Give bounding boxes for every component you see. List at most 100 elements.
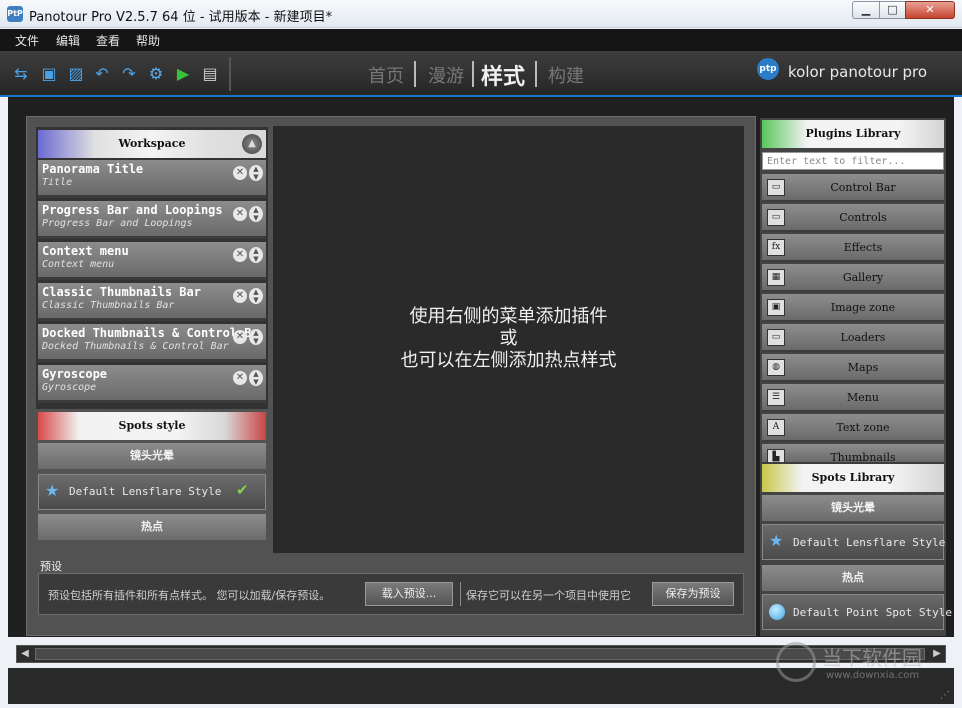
library-item-label: Control Bar xyxy=(830,181,896,194)
library-item-label: Maps xyxy=(847,361,879,374)
tab-style[interactable]: 样式 xyxy=(481,59,525,91)
plugin-item-docked-thumbnails[interactable]: Docked Thumbnails & Control B Docked Thu… xyxy=(38,324,266,362)
scroll-left-icon[interactable]: ◀ xyxy=(17,646,33,662)
library-item-thumbnails[interactable]: ▙ Thumbnails xyxy=(762,444,944,464)
find-replace-icon[interactable]: ⇆ xyxy=(11,63,31,83)
scroll-up-icon[interactable]: ▲ xyxy=(242,134,262,154)
plugin-title: Gyroscope xyxy=(42,367,108,381)
plugin-item-progress-bar[interactable]: Progress Bar and Loopings Progress Bar a… xyxy=(38,201,266,239)
thumbnails-icon: ▙ xyxy=(767,449,785,462)
library-item-gallery[interactable]: ▦ Gallery xyxy=(762,264,944,292)
reorder-icon[interactable]: ▲ ▼ xyxy=(249,329,263,345)
text-zone-icon: A xyxy=(767,419,785,436)
close-button[interactable]: ✕ xyxy=(905,1,955,19)
image-zone-icon: ▣ xyxy=(767,299,785,316)
maps-icon: ◍ xyxy=(767,359,785,376)
plugin-subtitle: Context menu xyxy=(42,259,115,270)
library-item-loaders[interactable]: ▭ Loaders xyxy=(762,324,944,352)
menu-file[interactable]: 文件 xyxy=(15,32,39,49)
library-item-effects[interactable]: fx Effects xyxy=(762,234,944,262)
plugin-subtitle: Docked Thumbnails & Control Bar xyxy=(42,341,229,352)
brand-logo-text: kolor panotour pro xyxy=(788,63,928,81)
play-icon[interactable]: ▶ xyxy=(173,63,193,83)
preset-divider xyxy=(460,582,461,606)
canvas-hint-line: 或 xyxy=(499,328,518,349)
menu-icon: ☰ xyxy=(767,389,785,406)
library-item-maps[interactable]: ◍ Maps xyxy=(762,354,944,382)
loaders-icon: ▭ xyxy=(767,329,785,346)
watermark-logo-icon xyxy=(776,642,816,682)
resize-grip-icon[interactable]: ⋰ xyxy=(940,690,950,701)
reorder-icon[interactable]: ▲ ▼ xyxy=(249,247,263,263)
folder-icon[interactable]: ▤ xyxy=(200,63,220,83)
remove-icon[interactable]: ✕ xyxy=(233,207,247,221)
star-icon: ★ xyxy=(769,531,784,550)
library-item-label: Controls xyxy=(839,211,887,224)
load-preset-button[interactable]: 载入预设... xyxy=(365,582,453,606)
window-title: Panotour Pro V2.5.7 64 位 - 试用版本 - 新建项目* xyxy=(29,10,333,25)
remove-icon[interactable]: ✕ xyxy=(233,166,247,180)
undo-icon[interactable]: ↶ xyxy=(92,63,112,83)
plugin-item-gyroscope[interactable]: Gyroscope Gyroscope ✕ ▲ ▼ xyxy=(38,365,266,403)
tab-home[interactable]: 首页 xyxy=(368,62,404,88)
remove-icon[interactable]: ✕ xyxy=(233,248,247,262)
save-preset-button[interactable]: 保存为预设 xyxy=(652,582,734,606)
plugin-filter-input[interactable] xyxy=(762,152,944,170)
redo-icon[interactable]: ↷ xyxy=(119,63,139,83)
lensflare-section[interactable]: 镜头光晕 xyxy=(762,495,944,521)
remove-icon[interactable]: ✕ xyxy=(233,330,247,344)
effects-icon: fx xyxy=(767,239,785,256)
library-item-image-zone[interactable]: ▣ Image zone xyxy=(762,294,944,322)
workspace-header: Workspace xyxy=(38,130,266,158)
plugin-title: Classic Thumbnails Bar xyxy=(42,285,201,299)
reorder-icon[interactable]: ▲ ▼ xyxy=(249,165,263,181)
plugin-item-classic-thumbnails[interactable]: Classic Thumbnails Bar Classic Thumbnail… xyxy=(38,283,266,321)
toolbar-separator xyxy=(229,57,231,91)
library-item-label: Menu xyxy=(847,391,879,404)
menu-edit[interactable]: 编辑 xyxy=(56,32,80,49)
library-item-label: Image zone xyxy=(830,301,896,314)
tab-tour[interactable]: 漫游 xyxy=(428,62,464,88)
controls-icon: ▭ xyxy=(767,209,785,226)
tab-separator xyxy=(472,61,474,87)
lensflare-style-library-item[interactable]: ★ Default Lensflare Style xyxy=(762,524,945,560)
lensflare-style-item[interactable]: ★ Default Lensflare Style ✔ xyxy=(38,474,266,510)
remove-icon[interactable]: ✕ xyxy=(233,289,247,303)
tab-build[interactable]: 构建 xyxy=(548,62,584,88)
lensflare-section[interactable]: 镜头光晕 xyxy=(38,443,266,469)
menu-view[interactable]: 查看 xyxy=(96,32,120,49)
save-icon[interactable]: ▣ xyxy=(39,63,59,83)
library-item-label: Effects xyxy=(843,241,883,254)
library-item-label: Gallery xyxy=(842,271,884,284)
point-spot-style-item[interactable]: Default Point Spot Style xyxy=(762,594,952,630)
library-item-text-zone[interactable]: A Text zone xyxy=(762,414,944,442)
library-item-controls[interactable]: ▭ Controls xyxy=(762,204,944,232)
point-spot-style-label: Default Point Spot Style xyxy=(793,606,952,619)
plugin-title: Panorama Title xyxy=(42,162,144,176)
reorder-icon[interactable]: ▲ ▼ xyxy=(249,370,263,386)
library-item-menu[interactable]: ☰ Menu xyxy=(762,384,944,412)
lensflare-style-label: Default Lensflare Style xyxy=(69,485,222,498)
hotspot-section[interactable]: 热点 xyxy=(762,565,944,591)
plugin-item-context-menu[interactable]: Context menu Context menu ✕ ▲ ▼ xyxy=(38,242,266,280)
preset-description: 预设包括所有插件和所有点样式。 您可以加载/保存预设。 xyxy=(48,589,331,602)
add-image-icon[interactable]: ▨ xyxy=(66,63,86,83)
hotspot-section[interactable]: 热点 xyxy=(38,514,266,540)
remove-icon[interactable]: ✕ xyxy=(233,371,247,385)
reorder-icon[interactable]: ▲ ▼ xyxy=(249,206,263,222)
plugin-item-panorama-title[interactable]: Panorama Title Title ✕ ▲ ▼ xyxy=(38,160,266,198)
checkmark-icon: ✔ xyxy=(236,481,249,499)
menu-help[interactable]: 帮助 xyxy=(136,32,160,49)
canvas-hint: 使用右侧的菜单添加插件 或 也可以在左侧添加热点样式 xyxy=(273,306,744,372)
minimize-button[interactable]: ▁ xyxy=(852,1,880,19)
menu-bar: 文件 编辑 查看 帮助 xyxy=(0,29,962,51)
reorder-icon[interactable]: ▲ ▼ xyxy=(249,288,263,304)
library-item-control-bar[interactable]: ▭ Control Bar xyxy=(762,174,944,202)
settings-icon[interactable]: ⚙ xyxy=(146,63,166,83)
preset-save-description: 保存它可以在另一个项目中使用它 xyxy=(466,589,631,602)
canvas-hint-line: 使用右侧的菜单添加插件 xyxy=(409,306,608,327)
plugin-title: Context menu xyxy=(42,244,129,258)
kolor-logo-icon: ptp xyxy=(757,58,779,80)
maximize-button[interactable]: □ xyxy=(879,1,906,19)
plugin-subtitle: Title xyxy=(42,177,73,188)
